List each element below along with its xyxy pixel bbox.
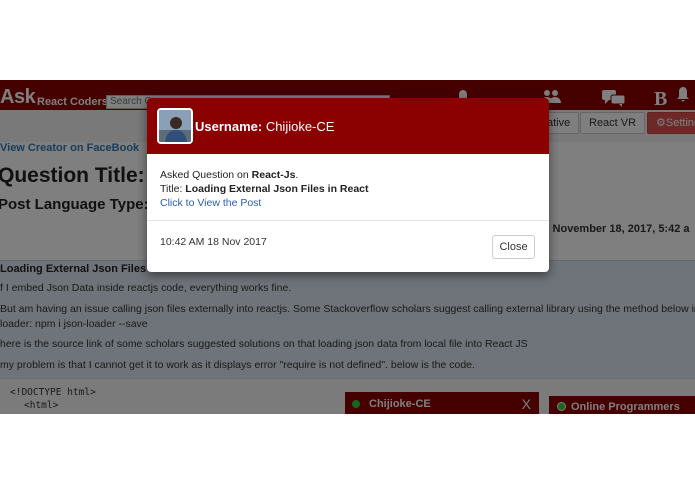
- modal-body: Asked Question on React-Js. Title: Loadi…: [147, 154, 549, 221]
- question-category: React-Js: [251, 169, 296, 181]
- post-title-line: Title: Loading External Json Files in Re…: [160, 183, 369, 195]
- modal-header: Username: Chijioke-CE: [147, 98, 549, 154]
- modal-footer: 10:42 AM 18 Nov 2017 Close: [147, 221, 549, 272]
- title-label: Title:: [160, 183, 186, 195]
- modal-title-prefix: Username:: [195, 119, 266, 134]
- user-modal: Username: Chijioke-CE Asked Question on …: [147, 98, 549, 272]
- asked-suffix: .: [295, 169, 299, 181]
- view-post-link[interactable]: Click to View the Post: [160, 197, 261, 209]
- app-viewport: Ask React Coders Search C B ative React …: [0, 80, 695, 414]
- timestamp: 10:42 AM 18 Nov 2017: [160, 236, 267, 248]
- post-title: Loading External Json Files in React: [185, 183, 369, 195]
- modal-username: Chijioke-CE: [265, 119, 335, 134]
- modal-title: Username: Chijioke-CE: [195, 119, 334, 134]
- asked-question-line: Asked Question on React-Js.: [160, 169, 298, 181]
- asked-prefix: Asked Question on: [160, 169, 252, 181]
- avatar: [157, 108, 193, 144]
- close-button[interactable]: Close: [492, 235, 535, 259]
